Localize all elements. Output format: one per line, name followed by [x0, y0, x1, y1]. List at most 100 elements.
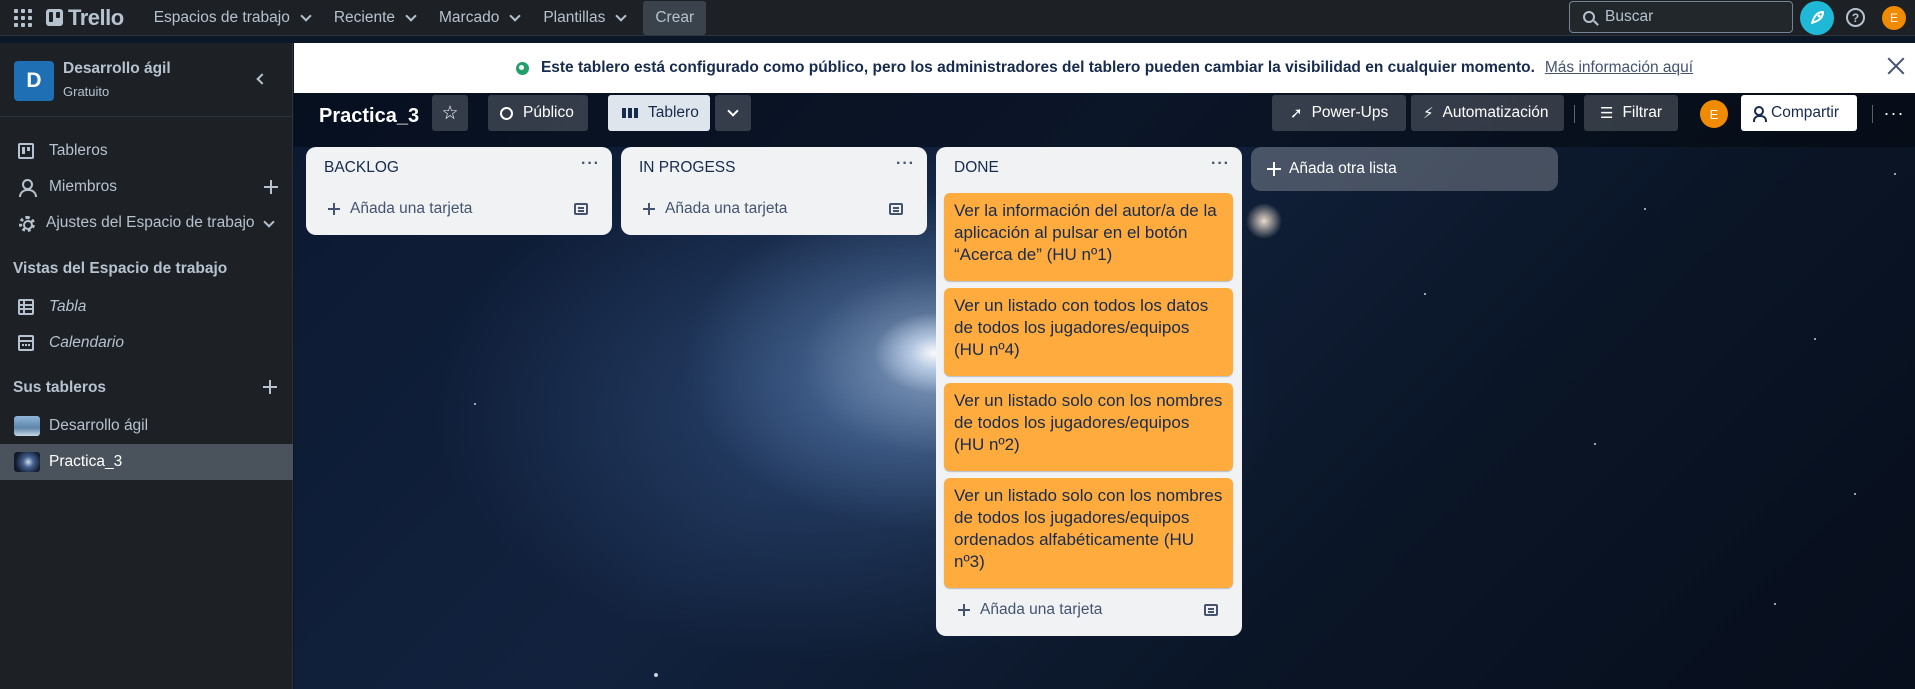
- card-template-icon[interactable]: [574, 203, 588, 215]
- background-star: [1594, 443, 1596, 445]
- filter-label: Filtrar: [1622, 104, 1663, 121]
- collapse-sidebar-button[interactable]: [244, 63, 276, 95]
- board-canvas: Este tablero está configurado como públi…: [294, 43, 1915, 689]
- trello-logo-text: Trello: [68, 4, 124, 30]
- powerups-button[interactable]: ➚ Power-Ups: [1272, 95, 1406, 131]
- nav-workspaces-label: Espacios de trabajo: [153, 8, 290, 26]
- card[interactable]: Ver un listado solo con los nombres de t…: [944, 478, 1233, 588]
- banner-message: Este tablero está configurado como públi…: [540, 59, 1535, 76]
- chevron-down-icon[interactable]: [263, 216, 275, 228]
- list-menu-icon[interactable]: ···: [896, 155, 915, 173]
- add-card-button[interactable]: Añada una tarjeta: [946, 594, 1232, 626]
- list-in-progress: IN PROGESS ··· Añada una tarjeta: [621, 147, 927, 235]
- board-view-button[interactable]: Tablero: [608, 95, 710, 131]
- calendar-icon: [18, 335, 34, 351]
- banner-more-info-link[interactable]: Más información aquí: [1545, 59, 1693, 77]
- share-label: Compartir: [1771, 104, 1840, 121]
- card-template-icon[interactable]: [889, 203, 903, 215]
- list-title[interactable]: BACKLOG: [324, 159, 399, 177]
- automation-button[interactable]: ⚡ Automatización: [1411, 95, 1564, 131]
- search-input[interactable]: Buscar: [1569, 1, 1793, 33]
- board-thumbnail: [14, 452, 40, 472]
- workspace-avatar[interactable]: D: [14, 61, 54, 101]
- board-view-label: Tablero: [648, 104, 699, 121]
- sidebar-board-label: Desarrollo ágil: [49, 417, 149, 434]
- background-star: [1854, 493, 1856, 495]
- nav-recent[interactable]: Reciente: [322, 2, 427, 34]
- card[interactable]: Ver la información del autor/a de la apl…: [944, 193, 1233, 281]
- plus-icon: [958, 604, 970, 616]
- create-button[interactable]: Crear: [643, 0, 707, 35]
- add-card-button[interactable]: Añada una tarjeta: [631, 193, 917, 225]
- add-card-label: Añada una tarjeta: [350, 200, 473, 217]
- filter-button[interactable]: ☰ Filtrar: [1584, 95, 1678, 131]
- share-button[interactable]: Compartir: [1741, 95, 1857, 131]
- card[interactable]: Ver un listado solo con los nombres de t…: [944, 383, 1233, 471]
- nav-recent-label: Reciente: [333, 8, 396, 26]
- nav-templates[interactable]: Plantillas: [531, 2, 637, 34]
- sidebar-board-label: Practica_3: [49, 453, 123, 470]
- help-icon[interactable]: ?: [1846, 8, 1865, 27]
- search-placeholder: Buscar: [1605, 8, 1654, 25]
- chevron-left-icon: [255, 73, 268, 85]
- trello-logo[interactable]: Trello: [46, 5, 124, 31]
- globe-icon: [500, 106, 513, 120]
- board-view-icon: [622, 108, 638, 118]
- list-title[interactable]: IN PROGESS: [639, 159, 735, 177]
- header-divider: [1574, 105, 1575, 123]
- sidebar-board-practica[interactable]: Practica_3: [0, 444, 293, 480]
- add-board-icon[interactable]: [263, 380, 277, 394]
- rocket-button[interactable]: [1800, 1, 1834, 35]
- add-card-label: Añada una tarjeta: [980, 601, 1103, 618]
- close-icon[interactable]: [1885, 55, 1907, 77]
- table-icon: [18, 299, 34, 315]
- lightning-icon: ⚡: [1423, 105, 1434, 122]
- add-card-label: Añada una tarjeta: [665, 200, 788, 217]
- top-navigation: Trello Espacios de trabajo Reciente Marc…: [0, 0, 1915, 36]
- board-icon: [18, 143, 34, 159]
- rocket-icon: [1811, 11, 1824, 24]
- sidebar-item-members[interactable]: Miembros: [0, 170, 293, 204]
- star-board-button[interactable]: ☆: [432, 95, 468, 131]
- visibility-label: Público: [523, 104, 574, 121]
- list-menu-icon[interactable]: ···: [581, 155, 600, 173]
- more-icon: ···: [1883, 102, 1905, 123]
- nav-starred[interactable]: Marcado: [427, 2, 531, 34]
- card[interactable]: Ver un listado con todos los datos de to…: [944, 288, 1233, 376]
- person-icon: [18, 179, 37, 197]
- background-star: [654, 673, 658, 677]
- background-star: [1894, 173, 1896, 175]
- add-member-icon[interactable]: [264, 180, 278, 194]
- sidebar-item-calendar[interactable]: Calendario: [0, 326, 293, 360]
- list-done: DONE ··· Ver la información del autor/a …: [936, 147, 1242, 636]
- plus-icon: [328, 203, 340, 215]
- sidebar-item-settings[interactable]: Ajustes del Espacio de trabajo: [0, 206, 293, 240]
- user-avatar[interactable]: E: [1882, 6, 1906, 30]
- add-list-button[interactable]: Añada otra lista: [1251, 147, 1558, 191]
- gear-icon: [18, 215, 35, 232]
- board-title[interactable]: Practica_3: [319, 105, 419, 128]
- board-menu-button[interactable]: ···: [1878, 95, 1910, 131]
- switch-views-button[interactable]: [715, 95, 751, 131]
- add-person-icon: [1753, 106, 1767, 122]
- add-card-button[interactable]: Añada una tarjeta: [316, 193, 602, 225]
- add-list-label: Añada otra lista: [1289, 160, 1397, 177]
- search-icon: [1583, 11, 1595, 23]
- list-title[interactable]: DONE: [954, 159, 999, 177]
- sidebar-item-table[interactable]: Tabla: [0, 290, 293, 324]
- member-avatar[interactable]: E: [1700, 100, 1728, 128]
- header-divider: [1872, 105, 1873, 123]
- nav-workspaces[interactable]: Espacios de trabajo: [142, 2, 322, 34]
- background-star: [1814, 338, 1816, 340]
- sidebar-board-desarrollo[interactable]: Desarrollo ágil: [0, 409, 293, 443]
- workspace-name[interactable]: Desarrollo ágil: [63, 60, 171, 78]
- workspace-plan: Gratuito: [63, 84, 110, 99]
- app-switcher-icon[interactable]: [12, 7, 34, 29]
- list-menu-icon[interactable]: ···: [1211, 155, 1230, 173]
- card-template-icon[interactable]: [1204, 604, 1218, 616]
- sidebar-item-boards[interactable]: Tableros: [0, 134, 293, 168]
- sidebar-item-label: Ajustes del Espacio de trabajo: [46, 214, 255, 231]
- chevron-down-icon: [405, 9, 417, 22]
- visibility-button[interactable]: Público: [488, 95, 588, 131]
- sidebar: D Desarrollo ágil Gratuito Tableros Miem…: [0, 43, 293, 689]
